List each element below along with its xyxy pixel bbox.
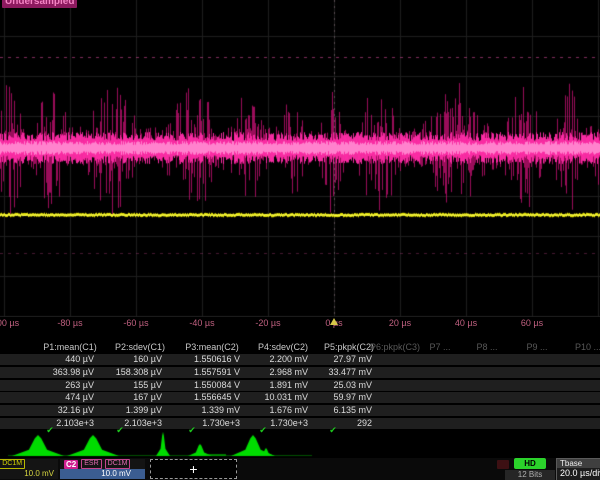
- oscilloscope-screen: Undersampled -100 µs -80 µs -60 µs -40 µs -2…: [0, 0, 600, 480]
- measure-header[interactable]: P1:mean(C1): [43, 342, 97, 352]
- measure-row-min: 263 µV 155 µV 1.550084 V 1.891 mV 25.03 mV: [0, 380, 600, 391]
- measure-value: 1.891 mV: [269, 380, 308, 391]
- measurement-histicons: [0, 432, 600, 458]
- indicator-unknown: [497, 460, 509, 469]
- time-axis-label: 20 µs: [389, 318, 411, 328]
- measure-value: 1.730e+3: [202, 418, 240, 429]
- measure-value: 2.968 mV: [269, 367, 308, 378]
- measure-value: 27.97 mV: [333, 354, 372, 365]
- time-axis-label: -100 µs: [0, 318, 19, 328]
- measure-header-unused[interactable]: P8 ...: [476, 342, 497, 352]
- timebase-title: Tbase: [557, 459, 600, 468]
- measure-value: 440 µV: [65, 354, 94, 365]
- c2-vertical-scale: 10.0 mV: [60, 469, 145, 479]
- measure-value: 1.550616 V: [194, 354, 240, 365]
- plus-icon: +: [189, 462, 197, 476]
- measure-value: 33.477 mV: [328, 367, 372, 378]
- resolution-bits-label: 12 Bits: [505, 470, 555, 480]
- measure-row-mean: 363.98 µV 158.308 µV 1.557591 V 2.968 mV 33.…: [0, 367, 600, 378]
- measure-value: 292: [357, 418, 372, 429]
- c2-label: C2: [64, 460, 78, 469]
- measure-value: 263 µV: [65, 380, 94, 391]
- measure-value: 474 µV: [65, 392, 94, 403]
- c1-coupling-badge: DC1M: [0, 459, 25, 469]
- time-axis-label: 40 µs: [455, 318, 477, 328]
- descriptor-bar: C1 DC1M 10.0 mV C2 ESR DC1M 10.0 mV + HD…: [0, 458, 600, 480]
- c2-coupling-badge: DC1M: [105, 459, 131, 469]
- measure-header-unused[interactable]: P7 ...: [429, 342, 450, 352]
- channel-c2-descriptor[interactable]: C2 ESR DC1M 10.0 mV: [60, 459, 145, 479]
- measure-header[interactable]: P4:sdev(C2): [258, 342, 308, 352]
- measure-header-unused[interactable]: P6:pkpk(C3): [370, 342, 420, 352]
- measure-header-unused[interactable]: P9 ...: [526, 342, 547, 352]
- measure-value: 160 µV: [133, 354, 162, 365]
- measure-value: 1.556645 V: [194, 392, 240, 403]
- measure-value: 1.557591 V: [194, 367, 240, 378]
- timebase-value: 20.0 µs/div: [557, 468, 600, 479]
- add-trace-button[interactable]: +: [150, 459, 237, 479]
- measure-value: 1.339 mV: [201, 405, 240, 416]
- measure-value: 158.308 µV: [116, 367, 162, 378]
- time-axis-label: -20 µs: [255, 318, 280, 328]
- measure-header[interactable]: P5:pkpk(C2): [324, 342, 374, 352]
- c2-esr-badge: ESR: [81, 459, 101, 469]
- hd-mode-badge[interactable]: HD: [514, 458, 546, 469]
- measure-value: 363.98 µV: [53, 367, 94, 378]
- measure-row-sdev: 32.16 µV 1.399 µV 1.339 mV 1.676 mV 6.135 mV: [0, 405, 600, 416]
- measure-value: 1.676 mV: [269, 405, 308, 416]
- measure-value: 2.200 mV: [269, 354, 308, 365]
- measure-row-max: 474 µV 167 µV 1.556645 V 10.031 mV 59.97 mV: [0, 392, 600, 403]
- measure-value: 167 µV: [133, 392, 162, 403]
- measure-value: 59.97 mV: [333, 392, 372, 403]
- measure-row-value: 440 µV 160 µV 1.550616 V 2.200 mV 27.97 mV: [0, 354, 600, 365]
- trigger-position-marker[interactable]: [330, 318, 338, 325]
- measure-value: 1.399 µV: [126, 405, 162, 416]
- measure-value: 6.135 mV: [333, 405, 372, 416]
- measure-value: 1.550084 V: [194, 380, 240, 391]
- timebase-descriptor[interactable]: Tbase 20.0 µs/div: [556, 458, 600, 480]
- measure-value: 155 µV: [133, 380, 162, 391]
- channel-c1-descriptor[interactable]: C1 DC1M 10.0 mV: [0, 459, 58, 479]
- measure-header[interactable]: P3:mean(C2): [185, 342, 239, 352]
- measure-header-unused[interactable]: P10 ...: [575, 342, 600, 352]
- time-axis-label: -40 µs: [189, 318, 214, 328]
- measure-header[interactable]: P2:sdev(C1): [115, 342, 165, 352]
- time-axis-label: 60 µs: [521, 318, 543, 328]
- measure-value: 32.16 µV: [58, 405, 94, 416]
- c1-vertical-scale: 10.0 mV: [0, 469, 58, 479]
- measure-value: 25.03 mV: [333, 380, 372, 391]
- measure-value: 2.103e+3: [56, 418, 94, 429]
- measure-value: 10.031 mV: [264, 392, 308, 403]
- measure-value: 1.730e+3: [270, 418, 308, 429]
- measure-value: 2.103e+3: [124, 418, 162, 429]
- time-axis-label: -80 µs: [57, 318, 82, 328]
- measure-row-num: 2.103e+3 2.103e+3 1.730e+3 1.730e+3 292: [0, 418, 600, 429]
- time-axis-label: -60 µs: [123, 318, 148, 328]
- waveform-grid[interactable]: [0, 0, 600, 317]
- undersampled-warning: Undersampled: [2, 0, 77, 8]
